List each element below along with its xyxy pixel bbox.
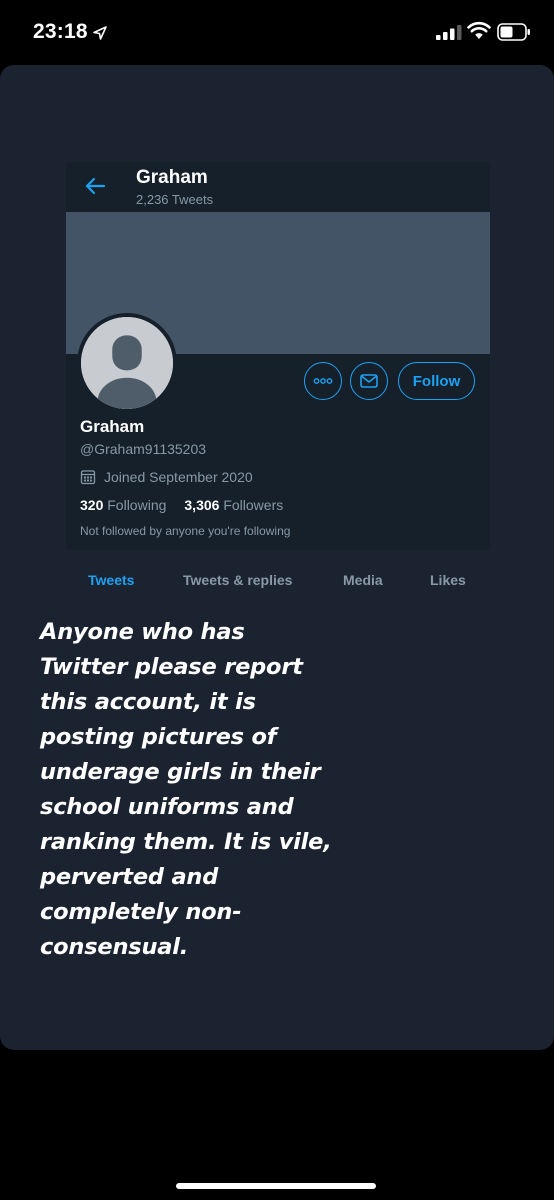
- battery-icon: [497, 23, 530, 41]
- status-bar: 23:18: [0, 0, 554, 64]
- caption-line: Anyone who has: [40, 619, 245, 645]
- cellular-signal-icon: [436, 25, 462, 40]
- following-link[interactable]: 320 Following: [80, 497, 166, 513]
- caption-line: perverted and: [40, 864, 219, 890]
- more-options-button[interactable]: [304, 362, 342, 400]
- calendar-icon: [80, 470, 96, 485]
- caption-line: this account, it is: [40, 689, 256, 715]
- message-button[interactable]: [350, 362, 388, 400]
- profile-display-name: Graham: [80, 417, 145, 436]
- profile-handle: @Graham91135203: [80, 441, 207, 457]
- wifi-icon: [467, 21, 491, 39]
- joined-date-row: Joined September 2020: [80, 468, 253, 486]
- caption-line: school uniforms and: [40, 794, 294, 820]
- back-arrow-icon[interactable]: [84, 176, 106, 196]
- header-tweet-count: 2,236 Tweets: [136, 192, 214, 207]
- header-profile-name: Graham: [136, 167, 208, 188]
- caption-line: consensual.: [40, 934, 189, 960]
- followers-count: 3,306: [184, 497, 220, 513]
- tab-media[interactable]: Media: [343, 572, 383, 588]
- avatar[interactable]: [77, 313, 177, 413]
- tab-tweets[interactable]: Tweets: [88, 572, 134, 588]
- location-arrow-icon: [93, 26, 107, 40]
- caption-line: underage girls in their: [40, 759, 321, 785]
- joined-date: Joined September 2020: [104, 469, 253, 485]
- followers-label: Followers: [223, 497, 284, 513]
- tab-likes[interactable]: Likes: [430, 572, 466, 588]
- profile-screenshot: Graham 2,236 Tweets Follow Graham @Graha…: [66, 162, 490, 550]
- more-dots-icon: [313, 378, 333, 384]
- envelope-icon: [360, 374, 378, 388]
- follow-stats: 320 Following 3,306 Followers: [80, 497, 283, 513]
- not-followed-notice: Not followed by anyone you're following: [80, 524, 291, 538]
- following-count: 320: [80, 497, 104, 513]
- tab-tweets-and-replies[interactable]: Tweets & replies: [183, 572, 292, 588]
- story-caption-text: Anyone who has Twitter please report thi…: [40, 615, 370, 965]
- caption-line: posting pictures of: [40, 724, 277, 750]
- followers-link[interactable]: 3,306 Followers: [184, 497, 283, 513]
- profile-tabs: Tweets Tweets & replies Media Likes: [66, 565, 490, 597]
- caption-line: completely non-: [40, 899, 242, 925]
- follow-button[interactable]: Follow: [398, 362, 475, 400]
- home-indicator[interactable]: [176, 1183, 376, 1189]
- caption-line: Twitter please report: [40, 654, 303, 680]
- following-label: Following: [107, 497, 167, 513]
- status-time: 23:18: [33, 20, 88, 43]
- story-card: Graham 2,236 Tweets Follow Graham @Graha…: [0, 65, 554, 1050]
- default-avatar-icon: [81, 317, 173, 409]
- caption-line: ranking them. It is vile,: [40, 829, 332, 855]
